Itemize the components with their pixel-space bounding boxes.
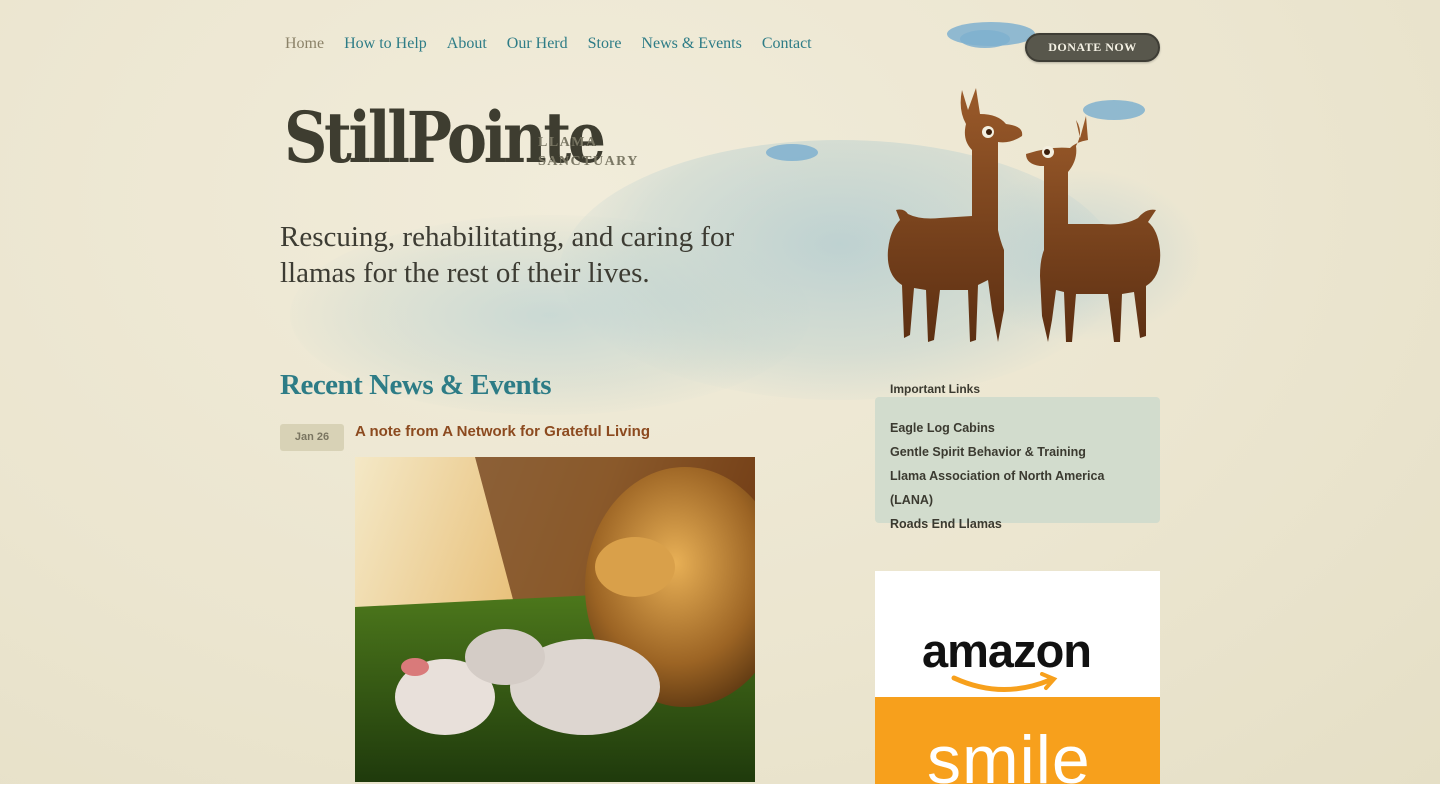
- amazon-smile-arrow-icon: [951, 672, 1058, 693]
- nav-our-herd[interactable]: Our Herd: [507, 35, 568, 53]
- important-links-title: Important Links: [890, 382, 981, 396]
- nav-store[interactable]: Store: [588, 35, 622, 53]
- nav-how-to-help[interactable]: How to Help: [344, 35, 427, 53]
- amazon-wordmark: amazon: [922, 624, 1092, 677]
- hero-tagline: Rescuing, rehabilitating, and caring for…: [280, 221, 735, 289]
- cloud-decoration: [766, 144, 818, 161]
- llama-illustration: [887, 88, 1161, 342]
- main-nav: Home How to Help About Our Herd Store Ne…: [285, 35, 832, 53]
- amazon-smile-banner[interactable]: amazon smile: [875, 571, 1160, 787]
- nav-news-events[interactable]: News & Events: [641, 35, 741, 53]
- news-heading: Recent News & Events: [280, 369, 552, 401]
- page: Home How to Help About Our Herd Store Ne…: [0, 0, 1440, 787]
- cloud-decoration: [960, 30, 1010, 48]
- smile-wordmark: smile: [927, 722, 1091, 787]
- logo-subtitle: LLAMA SANCTUARY: [538, 133, 639, 171]
- sheep-photo: [355, 457, 755, 782]
- nav-home[interactable]: Home: [285, 35, 324, 53]
- link-gentle-spirit[interactable]: Gentle Spirit Behavior & Training: [890, 440, 1145, 464]
- nav-contact[interactable]: Contact: [762, 35, 812, 53]
- post-image[interactable]: [355, 457, 755, 782]
- link-eagle-log-cabins[interactable]: Eagle Log Cabins: [890, 416, 1145, 440]
- nav-about[interactable]: About: [447, 35, 487, 53]
- logo-subtitle-line1: LLAMA: [538, 135, 598, 150]
- logo-subtitle-line2: SANCTUARY: [538, 154, 639, 169]
- link-roads-end-llamas[interactable]: Roads End Llamas: [890, 512, 1145, 536]
- link-lana[interactable]: Llama Association of North America (LANA…: [890, 464, 1145, 512]
- post-title-link[interactable]: A note from A Network for Grateful Livin…: [355, 423, 650, 440]
- important-links-box: Eagle Log Cabins Gentle Spirit Behavior …: [875, 397, 1160, 531]
- post-date-badge: Jan 26: [280, 424, 344, 451]
- donate-button[interactable]: DONATE NOW: [1025, 33, 1160, 62]
